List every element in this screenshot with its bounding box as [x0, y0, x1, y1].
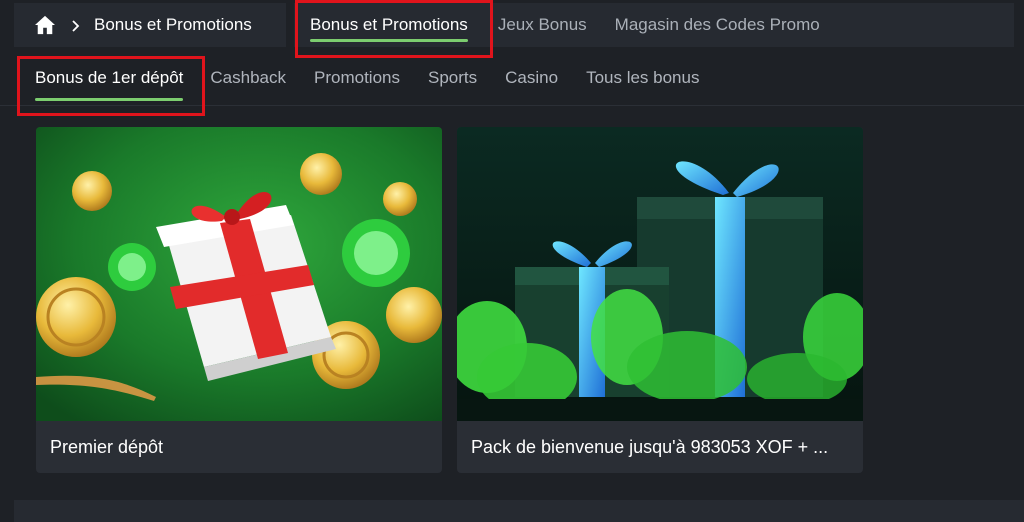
page: Bonus et Promotions Bonus et Promotions … — [0, 0, 1024, 522]
tab-jeux-bonus[interactable]: Jeux Bonus — [484, 3, 601, 47]
top-tabs: Bonus et Promotions Jeux Bonus Magasin d… — [294, 3, 1014, 47]
subtab-cashback[interactable]: Cashback — [196, 50, 300, 106]
sub-tabs: Bonus de 1er dépôt Cashback Promotions S… — [0, 50, 1024, 106]
tab-bonus-et-promotions[interactable]: Bonus et Promotions — [294, 3, 484, 47]
promo-card-title: Premier dépôt — [50, 436, 164, 457]
top-navigation: Bonus et Promotions Bonus et Promotions … — [0, 0, 1024, 50]
subtab-promotions[interactable]: Promotions — [300, 50, 414, 106]
promo-card-title: Pack de bienvenue jusqu'à 983053 XOF + .… — [471, 436, 829, 457]
subtab-casino[interactable]: Casino — [491, 50, 572, 106]
tab-magasin-codes-promo[interactable]: Magasin des Codes Promo — [601, 3, 834, 47]
promo-card-premier-depot[interactable]: Premier dépôt — [36, 127, 442, 473]
subtab-tous-les-bonus[interactable]: Tous les bonus — [572, 50, 713, 106]
promo-card-image — [36, 127, 442, 421]
promo-card-image — [457, 127, 863, 421]
bottom-divider — [14, 500, 1024, 522]
breadcrumb-label[interactable]: Bonus et Promotions — [94, 15, 252, 35]
subtab-bonus-1er-depot[interactable]: Bonus de 1er dépôt — [22, 50, 196, 106]
breadcrumb: Bonus et Promotions — [14, 3, 286, 47]
home-icon[interactable] — [34, 15, 56, 35]
chevron-right-icon — [70, 19, 82, 32]
subtab-sports[interactable]: Sports — [414, 50, 491, 106]
promo-card-pack-bienvenue[interactable]: Pack de bienvenue jusqu'à 983053 XOF + .… — [457, 127, 863, 473]
